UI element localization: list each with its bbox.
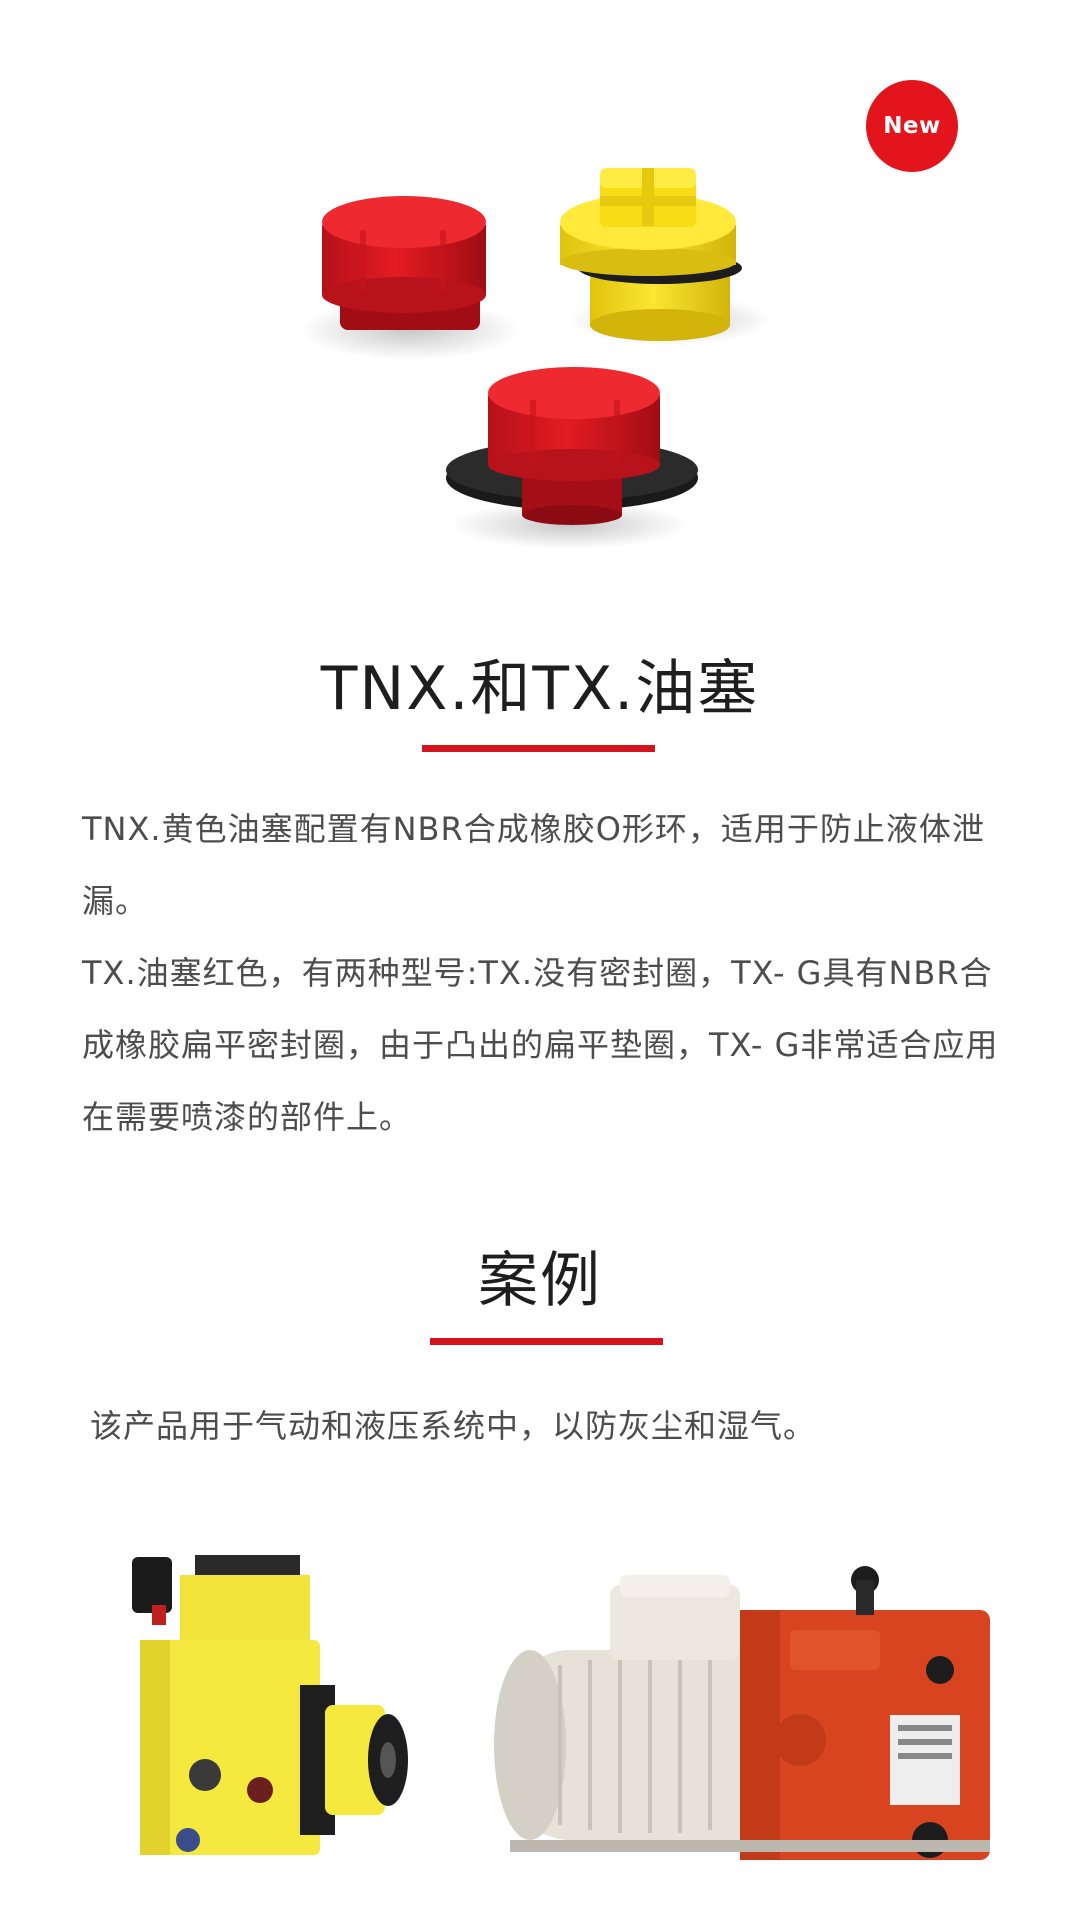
title-underline xyxy=(430,1338,663,1345)
red-plug-with-washer xyxy=(446,367,698,549)
product-title: TNX.和TX.油塞 xyxy=(320,654,760,724)
hero-product-photo: New xyxy=(0,0,1080,590)
case-image-vacuum-pump xyxy=(490,1555,1010,1875)
yellow-plug xyxy=(560,168,770,346)
product-paragraph-tnx: TNX.黄色油塞配置有NBR合成橡胶O形环，适用于防止液体泄漏。 xyxy=(82,810,985,920)
new-badge: New xyxy=(866,80,958,172)
cases-description: 该产品用于气动和液压系统中，以防灰尘和湿气。 xyxy=(90,1407,817,1445)
red-plug-left xyxy=(300,196,520,360)
title-underline xyxy=(422,745,655,752)
cases-title: 案例 xyxy=(478,1246,602,1316)
case-image-hydraulic-unit xyxy=(110,1545,410,1875)
product-paragraph-tx: TX.油塞红色，有两种型号:TX.没有密封圈，TX- G具有NBR合成橡胶扁平密… xyxy=(82,954,999,1136)
